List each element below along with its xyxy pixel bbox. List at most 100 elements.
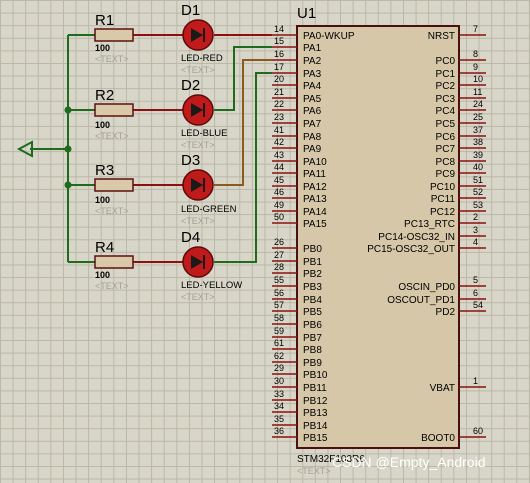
led-value: LED-BLUE xyxy=(181,128,227,139)
pin-number: 27 xyxy=(274,250,284,260)
pin-name: PC9 xyxy=(436,169,456,180)
pin-number: 2 xyxy=(473,212,478,222)
pin-name: PA11 xyxy=(303,169,326,180)
chip-ref: U1 xyxy=(297,5,316,22)
pin-number: 14 xyxy=(274,24,284,34)
pin-name: PC1 xyxy=(436,69,456,80)
pin-number: 9 xyxy=(473,62,478,72)
resistor-r1[interactable]: R1 100 <TEXT> xyxy=(94,12,134,64)
pin-name: PA15 xyxy=(303,219,327,230)
pin-number: 29 xyxy=(274,363,284,373)
led-ref: D1 xyxy=(181,2,200,19)
resistor-value: 100 xyxy=(95,120,110,130)
pin-number: 15 xyxy=(274,36,284,46)
pin-name: NRST xyxy=(428,31,455,42)
pin-name: PC2 xyxy=(436,81,456,92)
pin-name: PC7 xyxy=(436,144,456,155)
pin-number: 58 xyxy=(274,313,284,323)
pin-number: 52 xyxy=(473,187,483,197)
pin-name: PC0 xyxy=(436,56,456,67)
ground-terminal xyxy=(16,140,68,158)
pin-name: PA5 xyxy=(303,94,322,105)
pin-name: VBAT xyxy=(430,383,455,394)
pin-name: PD2 xyxy=(436,307,456,318)
pin-name: PA14 xyxy=(303,207,327,218)
resistor-text: <TEXT> xyxy=(95,54,129,64)
pin-number: 56 xyxy=(274,288,284,298)
pin-name: PB7 xyxy=(303,333,322,344)
pin-number: 40 xyxy=(473,162,483,172)
pin-number: 7 xyxy=(473,24,478,34)
resistor-ref: R3 xyxy=(95,162,114,179)
pin-number: 51 xyxy=(473,175,483,185)
pin-name: PC14-OSC32_IN xyxy=(378,232,455,243)
pin-number: 25 xyxy=(473,112,483,122)
pin-name: PC8 xyxy=(436,157,456,168)
pin-number: 46 xyxy=(274,187,284,197)
pin-name: PA10 xyxy=(303,157,327,168)
led-ref: D3 xyxy=(181,152,200,169)
pin-name: PB4 xyxy=(303,295,322,306)
pin-name: PA2 xyxy=(303,56,322,67)
pin-name: PA12 xyxy=(303,182,327,193)
pin-name: PB13 xyxy=(303,408,328,419)
resistor-ref: R2 xyxy=(95,87,114,104)
pin-number: 61 xyxy=(274,338,284,348)
pin-number: 17 xyxy=(274,62,284,72)
pin-name: PA0-WKUP xyxy=(303,31,355,42)
pin-number: 44 xyxy=(274,162,284,172)
pin-name: PB10 xyxy=(303,370,328,381)
resistor-ref: R4 xyxy=(95,239,114,256)
pin-name: BOOT0 xyxy=(421,433,455,444)
pin-name: PA9 xyxy=(303,144,322,155)
pin-name: OSCOUT_PD1 xyxy=(387,295,455,306)
led-ref: D2 xyxy=(181,77,200,94)
pin-number: 22 xyxy=(274,99,284,109)
pin-name: PA7 xyxy=(303,119,322,130)
pin-number: 1 xyxy=(473,376,478,386)
pin-name: PA13 xyxy=(303,194,327,205)
pin-name: PC11 xyxy=(431,194,456,205)
led-d4[interactable]: D4 LED-YELLOW <TEXT> xyxy=(181,229,242,302)
resistor-ref: R1 xyxy=(95,12,114,29)
pin-number: 50 xyxy=(274,212,284,222)
pin-name: PB9 xyxy=(303,358,322,369)
resistor-text: <TEXT> xyxy=(95,206,129,216)
led-text: <TEXT> xyxy=(181,292,215,302)
resistor-value: 100 xyxy=(95,195,110,205)
pin-number: 60 xyxy=(473,426,483,436)
pin-number: 5 xyxy=(473,275,478,285)
led-value: LED-RED xyxy=(181,53,223,64)
led-text: <TEXT> xyxy=(181,140,215,150)
led-d1[interactable]: D1 LED-RED <TEXT> xyxy=(181,2,223,75)
pin-name: PA6 xyxy=(303,106,322,117)
led-value: LED-YELLOW xyxy=(181,280,242,291)
pin-number: 39 xyxy=(473,150,483,160)
led-text: <TEXT> xyxy=(181,216,215,226)
pin-number: 24 xyxy=(473,99,483,109)
resistor-r2[interactable]: R2 100 <TEXT> xyxy=(94,87,134,141)
resistor-r3[interactable]: R3 100 <TEXT> xyxy=(94,162,134,216)
pin-number: 23 xyxy=(274,112,284,122)
pin-name: PC6 xyxy=(436,132,456,143)
pin-number: 33 xyxy=(274,389,284,399)
pin-number: 3 xyxy=(473,225,478,235)
pin-name: OSCIN_PD0 xyxy=(398,282,455,293)
led-d3[interactable]: D3 LED-GREEN <TEXT> xyxy=(181,152,237,226)
led-d2[interactable]: D2 LED-BLUE <TEXT> xyxy=(181,77,227,150)
pin-number: 21 xyxy=(274,87,284,97)
pin-number: 8 xyxy=(473,49,478,59)
pin-name: PB12 xyxy=(303,396,328,407)
pin-number: 54 xyxy=(473,300,483,310)
pin-number: 28 xyxy=(274,262,284,272)
chip-u1[interactable]: U1 STM32F103R6 <TEXT> 14PA0-WKUP15PA116P… xyxy=(272,5,486,476)
resistor-text: <TEXT> xyxy=(95,281,129,291)
pin-number: 26 xyxy=(274,237,284,247)
pin-name: PC3 xyxy=(436,94,456,105)
chip-text: <TEXT> xyxy=(297,466,331,476)
pin-number: 10 xyxy=(473,74,483,84)
pin-name: PA1 xyxy=(303,43,322,54)
resistor-r4[interactable]: R4 100 <TEXT> xyxy=(94,239,134,291)
pin-number: 20 xyxy=(274,74,284,84)
resistor-text: <TEXT> xyxy=(95,131,129,141)
